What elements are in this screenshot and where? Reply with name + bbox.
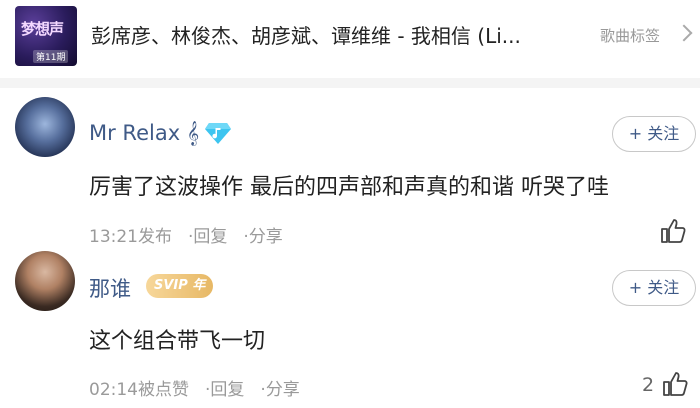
reply-button[interactable]: 回复: [193, 227, 227, 247]
comment-meta: 13:21发布 ·回复 ·分享: [89, 222, 283, 247]
avatar[interactable]: [15, 97, 75, 157]
album-cover[interactable]: 梦想声 第11期: [15, 6, 77, 66]
section-divider: [0, 78, 700, 88]
comment-time: 13:21发布: [89, 227, 172, 247]
comment-time: 02:14被点赞: [89, 380, 189, 400]
song-tag-link[interactable]: 歌曲标签: [600, 25, 660, 46]
comment-text: 厉害了这波操作 最后的四声部和声真的和谐 听哭了哇: [89, 175, 609, 200]
reply-button[interactable]: 回复: [210, 380, 244, 400]
song-header[interactable]: 梦想声 第11期 彭席彦、林俊杰、胡彦斌、谭维维 - 我相信 (Li... 歌曲…: [0, 0, 700, 78]
chevron-right-icon[interactable]: [675, 24, 693, 42]
follow-button[interactable]: + 关注: [612, 270, 696, 306]
comment-username[interactable]: 那谁: [89, 273, 131, 303]
music-diamond-icon: [205, 123, 231, 144]
thumbs-up-icon[interactable]: [660, 218, 686, 244]
cover-title: 梦想声: [21, 20, 64, 38]
follow-button[interactable]: + 关注: [612, 116, 696, 152]
comment-username[interactable]: Mr Relax 𝄞: [89, 121, 199, 146]
thumbs-up-icon[interactable]: [662, 371, 688, 397]
avatar[interactable]: [15, 251, 75, 311]
comment-text: 这个组合带飞一切: [89, 329, 266, 354]
like-count: 2: [642, 374, 655, 396]
share-button[interactable]: 分享: [249, 227, 283, 247]
song-title[interactable]: 彭席彦、林俊杰、胡彦斌、谭维维 - 我相信 (Li...: [91, 20, 591, 49]
cover-badge: 第11期: [33, 50, 69, 63]
svip-badge: SVIP 年: [146, 274, 214, 298]
comment-meta: 02:14被点赞 ·回复 ·分享: [89, 375, 300, 400]
share-button[interactable]: 分享: [266, 380, 300, 400]
